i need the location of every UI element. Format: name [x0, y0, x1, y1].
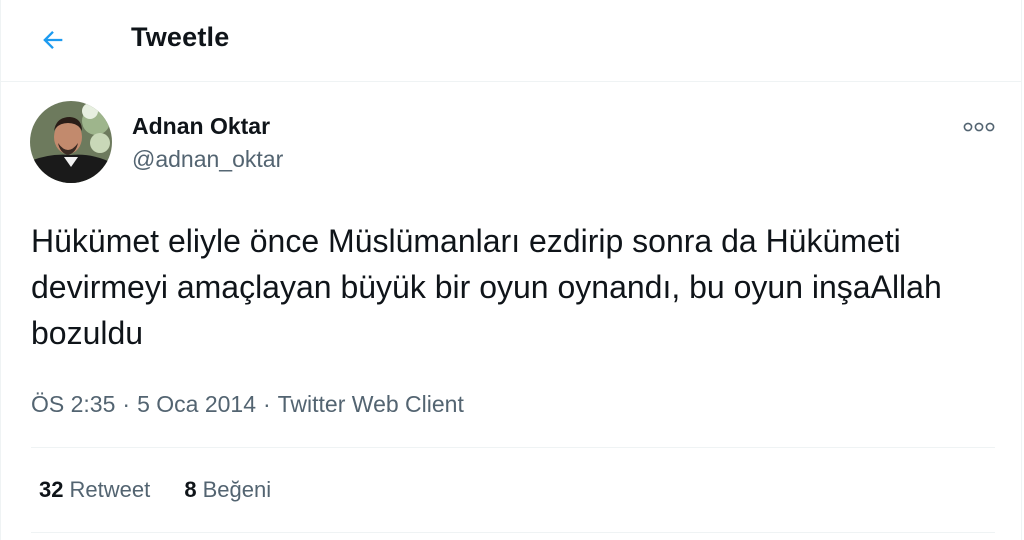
- tweet-text: Hükümet eliyle önce Müslümanları ezdirip…: [31, 223, 942, 351]
- retweet-label: Retweet: [69, 477, 151, 502]
- profile-photo: [30, 101, 112, 183]
- author-display-name[interactable]: Adnan Oktar: [132, 113, 270, 140]
- page-title: Tweetle: [131, 22, 230, 52]
- tweet-source[interactable]: Twitter Web Client: [278, 391, 464, 417]
- retweet-count: 32: [39, 477, 64, 502]
- divider: [31, 532, 995, 533]
- meta-separator: ·: [262, 391, 271, 417]
- avatar[interactable]: [30, 101, 112, 183]
- tweet-page: Tweetle Adnan Oktar @adnan_oktar Hükümet…: [0, 0, 1022, 540]
- back-button[interactable]: [31, 20, 75, 60]
- more-dots-icon: [963, 122, 995, 132]
- likes-stat[interactable]: 8 Beğeni: [184, 477, 271, 502]
- like-count: 8: [184, 477, 197, 502]
- tweet-meta: ÖS 2:35 · 5 Oca 2014 · Twitter Web Client: [31, 391, 464, 418]
- top-bar: Tweetle: [1, 0, 1021, 82]
- tweet-date[interactable]: 5 Oca 2014: [137, 391, 256, 417]
- divider: [31, 447, 995, 448]
- author-handle[interactable]: @adnan_oktar: [132, 146, 283, 173]
- tweet-stats: 32 Retweet 8 Beğeni: [39, 477, 299, 503]
- retweets-stat[interactable]: 32 Retweet: [39, 477, 150, 502]
- tweet-time[interactable]: ÖS 2:35: [31, 391, 115, 417]
- like-label: Beğeni: [202, 477, 272, 502]
- arrow-left-icon: [43, 31, 63, 49]
- meta-separator: ·: [122, 391, 131, 417]
- more-options-button[interactable]: [957, 112, 1001, 142]
